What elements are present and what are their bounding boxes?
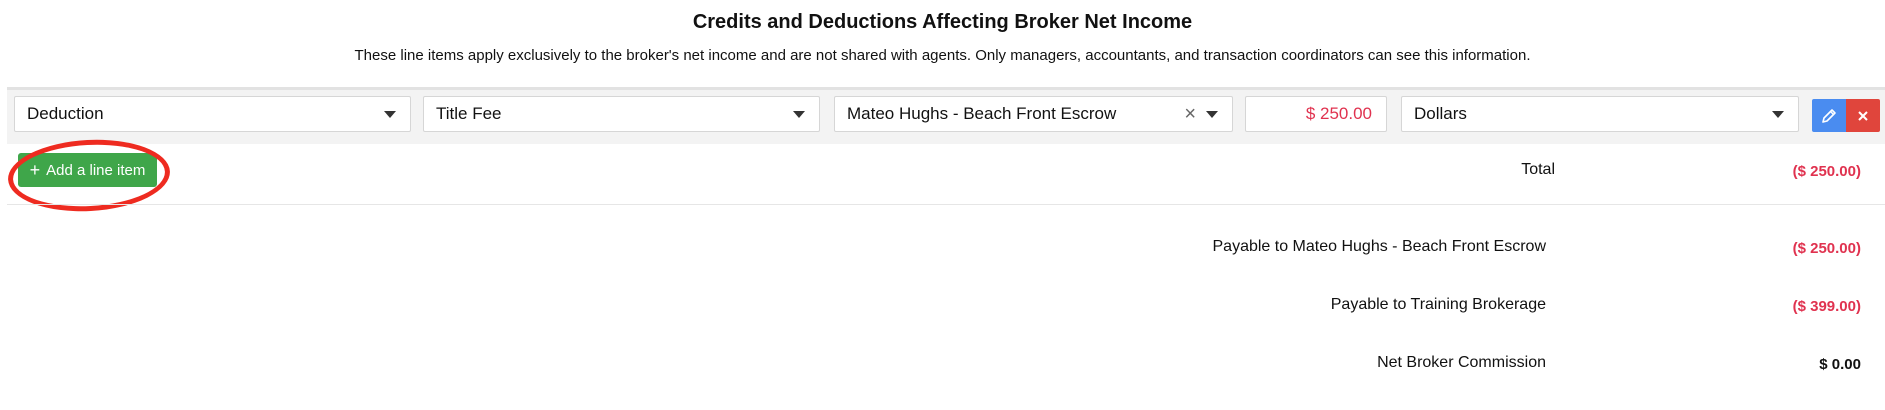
amount-input-value: $ 250.00 [1305,104,1372,123]
clear-icon[interactable]: × [1184,104,1196,124]
unit-select-value: Dollars [1414,104,1467,123]
chevron-down-icon[interactable] [1206,110,1218,118]
total-label: Total [1521,161,1555,178]
chevron-down-icon [384,110,396,118]
plus-icon: + [29,160,41,180]
add-line-item-label: Add a line item [46,161,146,179]
unit-select[interactable]: Dollars [1401,96,1799,132]
category-select[interactable]: Title Fee [423,96,820,132]
net-broker-commission-label: Net Broker Commission [1377,354,1546,371]
pencil-icon [1822,108,1836,123]
total-value: ($ 250.00) [1792,163,1861,180]
type-select[interactable]: Deduction [14,96,411,132]
delete-button[interactable] [1846,99,1880,132]
section-title: Credits and Deductions Affecting Broker … [692,11,1193,33]
payable-value-escrow: ($ 250.00) [1792,240,1861,257]
amount-input[interactable]: $ 250.00 [1245,96,1387,132]
payee-select-value: Mateo Hughs - Beach Front Escrow [847,104,1117,123]
section-subtitle: These line items apply exclusively to th… [354,47,1531,64]
edit-button[interactable] [1812,99,1846,132]
payee-select[interactable]: Mateo Hughs - Beach Front Escrow × [834,96,1233,132]
chevron-down-icon [793,110,805,118]
payable-value-brokerage: ($ 399.00) [1792,298,1861,315]
type-select-value: Deduction [27,104,104,123]
net-broker-commission-value: $ 0.00 [1819,356,1861,373]
add-line-item-button[interactable]: + Add a line item [18,153,157,187]
close-icon [1858,110,1868,121]
divider [7,204,1885,205]
payable-label-brokerage: Payable to Training Brokerage [1330,296,1546,313]
chevron-down-icon [1772,110,1784,118]
payable-label-escrow: Payable to Mateo Hughs - Beach Front Esc… [1212,238,1547,255]
category-select-value: Title Fee [436,104,502,123]
